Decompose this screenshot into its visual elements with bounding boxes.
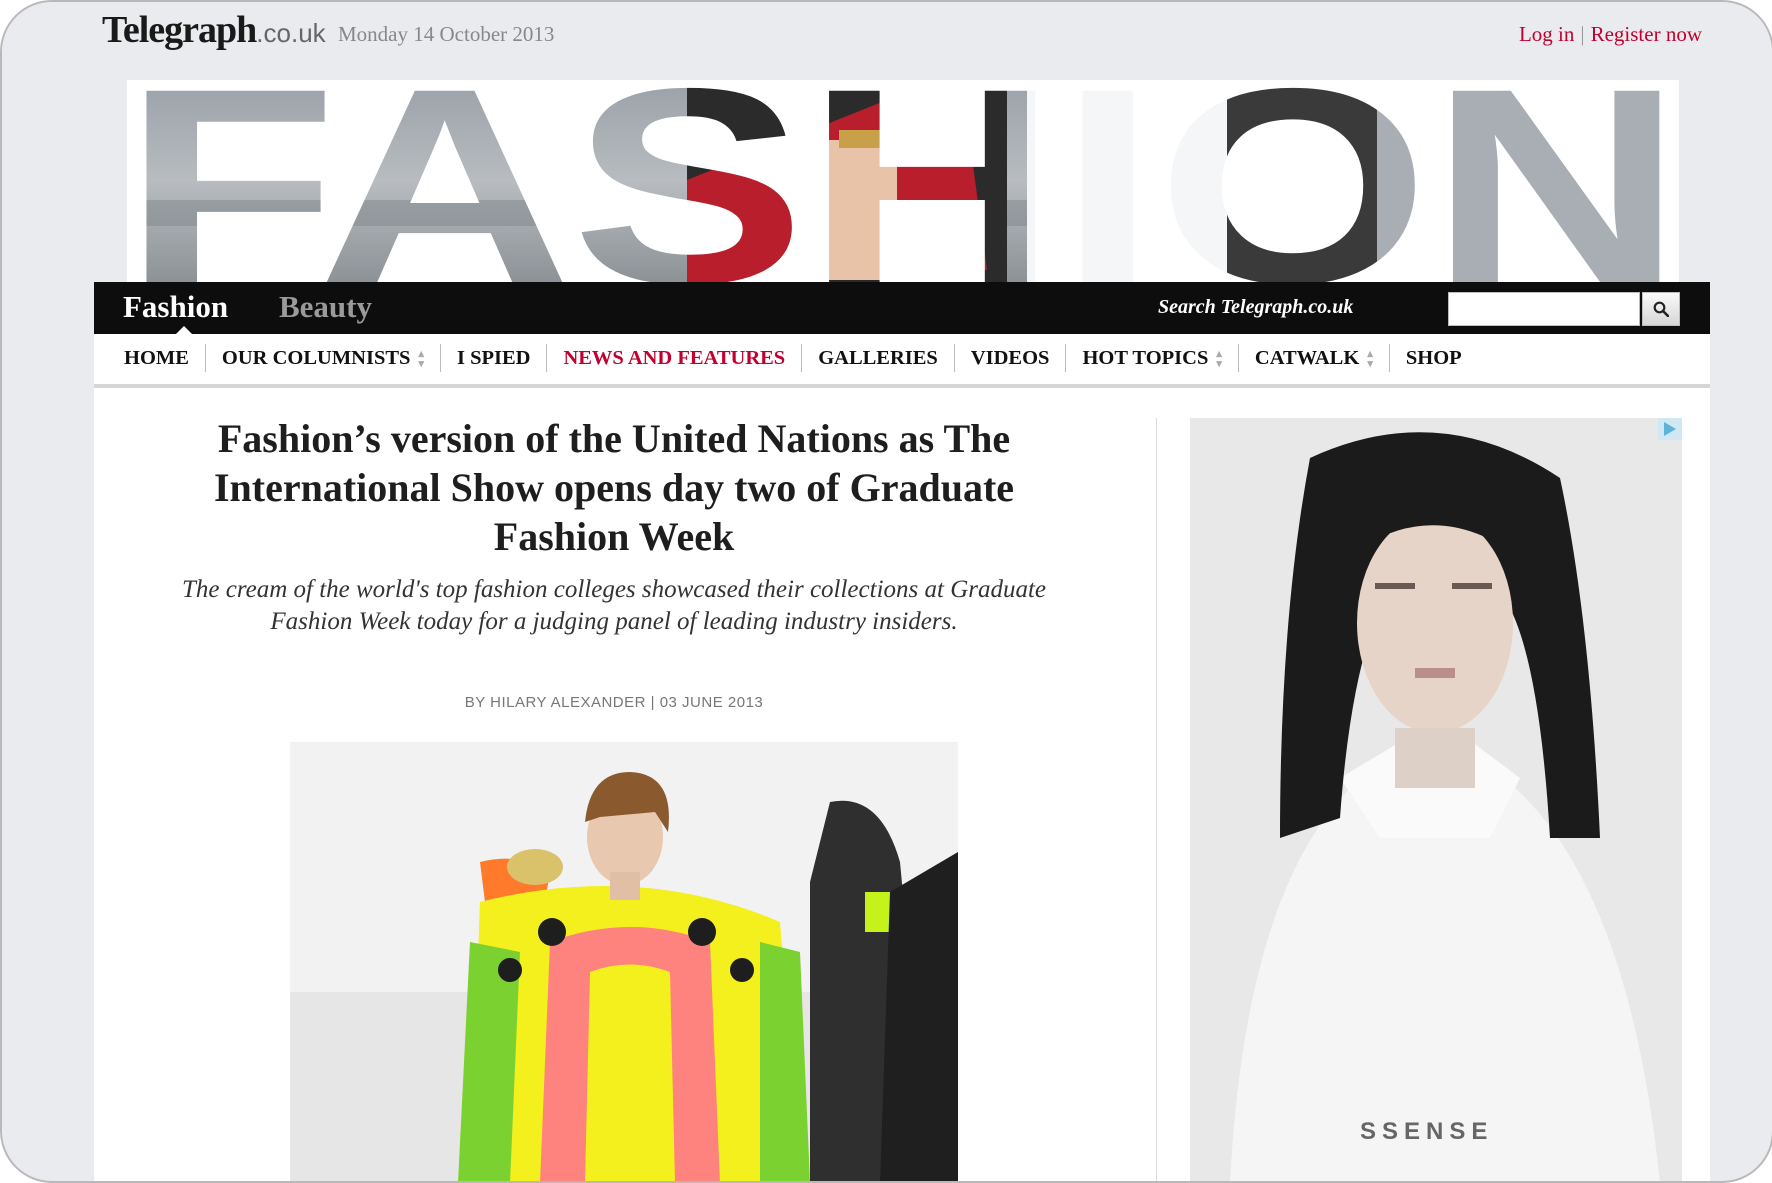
runway-photo-art	[290, 742, 958, 1181]
nav-item-hot-topics[interactable]: HOT TOPICS ▴ ▾	[1066, 344, 1239, 372]
article-headline: Fashion’s version of the United Nations …	[213, 416, 1015, 559]
section-bar: Fashion Beauty Search Telegraph.co.uk	[94, 282, 1710, 334]
dropdown-arrows-icon: ▴ ▾	[418, 348, 424, 371]
dropdown-arrows-icon: ▴ ▾	[1216, 348, 1222, 371]
nav-item-label: SHOP	[1405, 347, 1462, 369]
current-date: Monday 14 October 2013	[338, 22, 555, 46]
column-divider	[1156, 418, 1157, 1181]
advert-art	[1190, 418, 1682, 1181]
nav-item-label: I SPIED	[456, 347, 531, 369]
nav-item-label: CATWALK	[1254, 347, 1360, 369]
article-photo[interactable]	[290, 742, 958, 1181]
top-strip: Telegraph.co.uk Monday 14 October 2013 L…	[2, 2, 1772, 72]
section-tab-beauty[interactable]: Beauty	[279, 289, 372, 325]
nav-item-videos[interactable]: VIDEOS	[955, 344, 1067, 372]
dropdown-arrows-icon: ▴ ▾	[1367, 348, 1373, 371]
banner-title: FASHION	[127, 80, 1679, 282]
nav-item-galleries[interactable]: GALLERIES	[802, 344, 955, 372]
main-nav: HOME OUR COLUMNISTS ▴ ▾ I SPIED NEWS AND FEAT…	[94, 334, 1710, 388]
search-button[interactable]	[1642, 292, 1680, 326]
telegraph-logo[interactable]: Telegraph.co.uk	[102, 8, 326, 52]
sidebar-advert[interactable]: SSENSE	[1190, 418, 1682, 1181]
article-standfirst: The cream of the world's top fashion col…	[181, 576, 1047, 635]
nav-item-label: HOME	[124, 347, 189, 369]
search-label: Search Telegraph.co.uk	[1158, 296, 1354, 318]
search-input[interactable]	[1448, 292, 1640, 326]
nav-item-label: GALLERIES	[818, 347, 938, 369]
section-tab-fashion[interactable]: Fashion	[123, 289, 228, 325]
nav-item-label: HOT TOPICS	[1082, 347, 1209, 369]
register-link[interactable]: Register now	[1591, 22, 1702, 46]
login-link[interactable]: Log in	[1519, 22, 1574, 46]
fashion-banner-art: FASHION FASHION	[127, 80, 1679, 282]
advert-brand: SSENSE	[1360, 1118, 1494, 1145]
nav-item-home[interactable]: HOME	[124, 344, 206, 372]
adchoices-icon[interactable]	[1658, 418, 1682, 440]
nav-item-shop[interactable]: SHOP	[1390, 344, 1478, 372]
account-links: Log in | Register now	[1519, 22, 1702, 47]
nav-item-i-spied[interactable]: I SPIED	[441, 344, 548, 372]
active-section-caret	[176, 326, 192, 334]
article-byline: BY HILARY ALEXANDER | 03 JUNE 2013	[464, 694, 764, 711]
nav-item-label: OUR COLUMNISTS	[221, 347, 411, 369]
nav-item-label: VIDEOS	[970, 347, 1050, 369]
nav-item-catwalk[interactable]: CATWALK ▴ ▾	[1239, 344, 1390, 372]
window-frame: Telegraph.co.uk Monday 14 October 2013 L…	[0, 0, 1772, 1183]
fashion-banner[interactable]: FASHION FASHION	[127, 80, 1679, 282]
nav-item-label: NEWS AND FEATURES	[563, 347, 786, 369]
nav-item-news-and-features[interactable]: NEWS AND FEATURES	[547, 344, 803, 372]
link-separator: |	[1580, 22, 1585, 46]
magnifier-icon	[1653, 301, 1669, 317]
nav-item-our-columnists[interactable]: OUR COLUMNISTS ▴ ▾	[206, 344, 441, 372]
nav-list: HOME OUR COLUMNISTS ▴ ▾ I SPIED NEWS AND FEAT…	[124, 344, 1478, 372]
